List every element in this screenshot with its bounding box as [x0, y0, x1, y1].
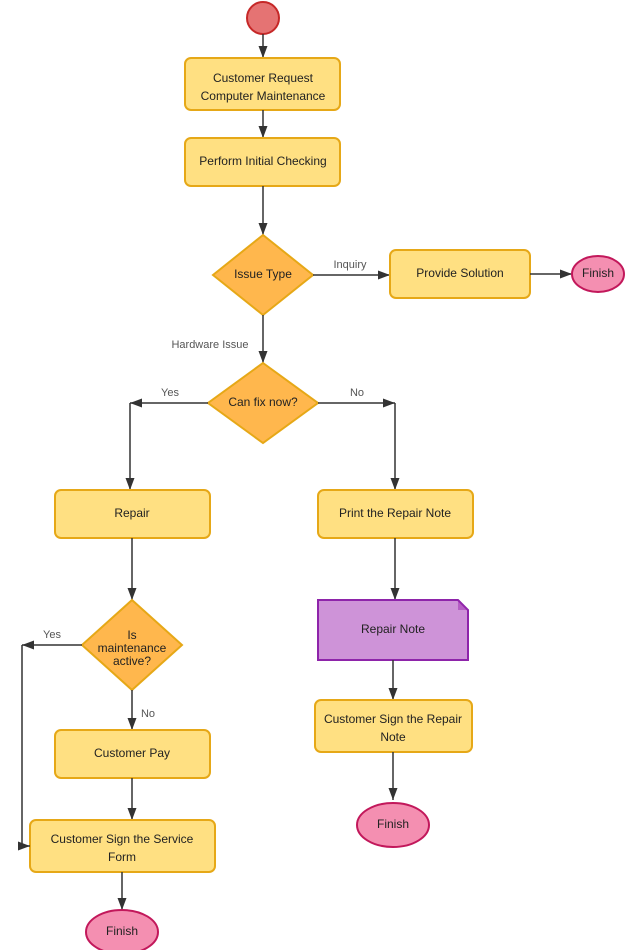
is-maint-label2: maintenance: [98, 641, 167, 655]
provide-solution-label: Provide Solution: [416, 266, 503, 280]
is-maint-label1: Is: [127, 628, 136, 642]
can-fix-label: Can fix now?: [228, 395, 298, 409]
finish-right-label: Finish: [377, 817, 409, 831]
repair-label: Repair: [114, 506, 149, 520]
initial-checking-label: Perform Initial Checking: [199, 154, 326, 168]
cust-sign-service-label2: Form: [108, 850, 136, 864]
finish-left-label: Finish: [106, 924, 138, 938]
hardware-label: Hardware Issue: [171, 339, 248, 351]
repair-note-label: Repair Note: [361, 622, 425, 636]
no-label: No: [350, 387, 364, 399]
customer-request-label: Customer Request: [213, 71, 314, 85]
maint-yes-label: Yes: [43, 629, 61, 641]
inquiry-label: Inquiry: [333, 259, 367, 271]
customer-pay-label: Customer Pay: [94, 746, 170, 760]
is-maint-label3: active?: [113, 654, 151, 668]
yes-label: Yes: [161, 387, 179, 399]
cust-sign-repair-label2: Note: [380, 730, 406, 744]
cust-sign-repair-label1: Customer Sign the Repair: [324, 712, 462, 726]
cust-sign-service-label1: Customer Sign the Service: [51, 832, 194, 846]
issue-type-label: Issue Type: [234, 267, 292, 281]
print-repair-label: Print the Repair Note: [339, 506, 451, 520]
start-node: [247, 2, 279, 34]
customer-request-label2: Computer Maintenance: [201, 89, 326, 103]
finish-inquiry-label: Finish: [582, 266, 614, 280]
note-fold: [458, 600, 468, 610]
maint-no-label: No: [141, 708, 155, 720]
